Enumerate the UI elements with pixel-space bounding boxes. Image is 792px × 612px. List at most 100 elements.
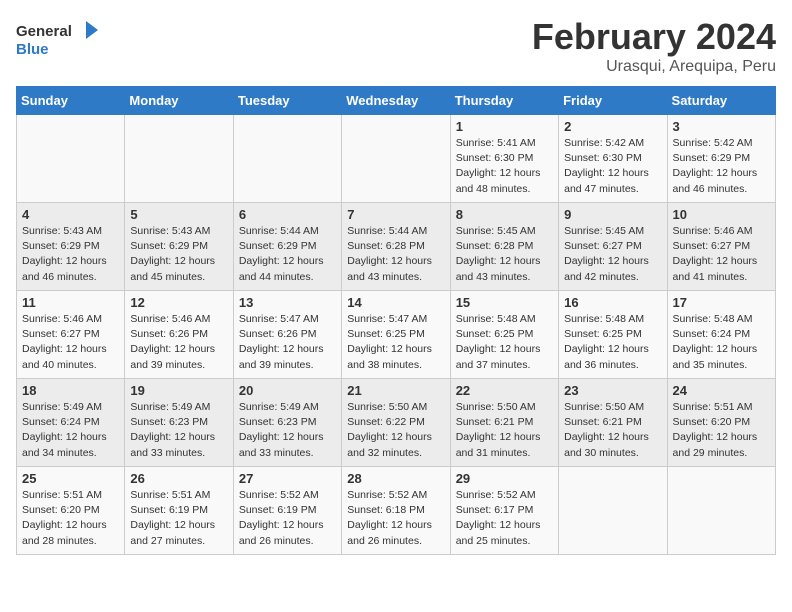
day-info: Sunrise: 5:52 AM Sunset: 6:18 PM Dayligh… xyxy=(347,488,444,549)
day-info: Sunrise: 5:49 AM Sunset: 6:24 PM Dayligh… xyxy=(22,400,119,461)
calendar-week-row: 25Sunrise: 5:51 AM Sunset: 6:20 PM Dayli… xyxy=(17,467,776,555)
svg-text:Blue: Blue xyxy=(16,41,49,58)
day-number: 1 xyxy=(456,119,553,134)
calendar-cell: 10Sunrise: 5:46 AM Sunset: 6:27 PM Dayli… xyxy=(667,203,775,291)
day-number: 9 xyxy=(564,207,661,222)
day-number: 23 xyxy=(564,383,661,398)
calendar-week-row: 11Sunrise: 5:46 AM Sunset: 6:27 PM Dayli… xyxy=(17,291,776,379)
page-title: February 2024 xyxy=(532,16,776,58)
page-header: General Blue February 2024 Urasqui, Areq… xyxy=(16,16,776,76)
day-info: Sunrise: 5:47 AM Sunset: 6:26 PM Dayligh… xyxy=(239,312,336,373)
calendar-cell: 20Sunrise: 5:49 AM Sunset: 6:23 PM Dayli… xyxy=(233,379,341,467)
day-info: Sunrise: 5:42 AM Sunset: 6:29 PM Dayligh… xyxy=(673,136,770,197)
calendar-cell xyxy=(559,467,667,555)
calendar-cell: 3 Sunrise: 5:42 AM Sunset: 6:29 PM Daylig… xyxy=(667,115,775,203)
calendar-cell: 16 Sunrise: 5:48 AM Sunset: 6:25 PM Dayli… xyxy=(559,291,667,379)
calendar-week-row: 18Sunrise: 5:49 AM Sunset: 6:24 PM Dayli… xyxy=(17,379,776,467)
calendar-cell: 11Sunrise: 5:46 AM Sunset: 6:27 PM Dayli… xyxy=(17,291,125,379)
day-number: 28 xyxy=(347,471,444,486)
day-number: 22 xyxy=(456,383,553,398)
calendar-cell xyxy=(125,115,233,203)
day-number: 20 xyxy=(239,383,336,398)
calendar-cell: 23 Sunrise: 5:50 AM Sunset: 6:21 PM Dayli… xyxy=(559,379,667,467)
day-number: 14 xyxy=(347,295,444,310)
day-info: Sunrise: 5:46 AM Sunset: 6:27 PM Dayligh… xyxy=(22,312,119,373)
calendar-week-row: 4Sunrise: 5:43 AM Sunset: 6:29 PM Daylig… xyxy=(17,203,776,291)
calendar-cell: 6Sunrise: 5:44 AM Sunset: 6:29 PM Daylig… xyxy=(233,203,341,291)
day-number: 7 xyxy=(347,207,444,222)
day-number: 29 xyxy=(456,471,553,486)
day-number: 16 xyxy=(564,295,661,310)
day-info: Sunrise: 5:51 AM Sunset: 6:20 PM Dayligh… xyxy=(673,400,770,461)
day-number: 3 xyxy=(673,119,770,134)
day-number: 17 xyxy=(673,295,770,310)
calendar-cell: 9 Sunrise: 5:45 AM Sunset: 6:27 PM Daylig… xyxy=(559,203,667,291)
day-info: Sunrise: 5:45 AM Sunset: 6:28 PM Dayligh… xyxy=(456,224,553,285)
day-info: Sunrise: 5:52 AM Sunset: 6:19 PM Dayligh… xyxy=(239,488,336,549)
title-block: February 2024 Urasqui, Arequipa, Peru xyxy=(532,16,776,76)
calendar-cell xyxy=(667,467,775,555)
calendar-table: SundayMondayTuesdayWednesdayThursdayFrid… xyxy=(16,86,776,555)
day-number: 12 xyxy=(130,295,227,310)
calendar-cell xyxy=(17,115,125,203)
day-info: Sunrise: 5:45 AM Sunset: 6:27 PM Dayligh… xyxy=(564,224,661,285)
location-subtitle: Urasqui, Arequipa, Peru xyxy=(532,58,776,76)
calendar-cell: 24 Sunrise: 5:51 AM Sunset: 6:20 PM Dayli… xyxy=(667,379,775,467)
day-info: Sunrise: 5:50 AM Sunset: 6:21 PM Dayligh… xyxy=(564,400,661,461)
logo-svg: General Blue xyxy=(16,16,106,66)
day-info: Sunrise: 5:47 AM Sunset: 6:25 PM Dayligh… xyxy=(347,312,444,373)
weekday-header-thursday: Thursday xyxy=(450,87,558,115)
svg-text:General: General xyxy=(16,23,72,40)
day-number: 13 xyxy=(239,295,336,310)
calendar-cell: 5Sunrise: 5:43 AM Sunset: 6:29 PM Daylig… xyxy=(125,203,233,291)
calendar-cell: 19Sunrise: 5:49 AM Sunset: 6:23 PM Dayli… xyxy=(125,379,233,467)
weekday-header-row: SundayMondayTuesdayWednesdayThursdayFrid… xyxy=(17,87,776,115)
calendar-cell: 7 Sunrise: 5:44 AM Sunset: 6:28 PM Daylig… xyxy=(342,203,450,291)
calendar-cell: 21 Sunrise: 5:50 AM Sunset: 6:22 PM Dayli… xyxy=(342,379,450,467)
day-info: Sunrise: 5:42 AM Sunset: 6:30 PM Dayligh… xyxy=(564,136,661,197)
day-info: Sunrise: 5:44 AM Sunset: 6:28 PM Dayligh… xyxy=(347,224,444,285)
day-info: Sunrise: 5:50 AM Sunset: 6:22 PM Dayligh… xyxy=(347,400,444,461)
day-info: Sunrise: 5:51 AM Sunset: 6:19 PM Dayligh… xyxy=(130,488,227,549)
calendar-cell: 13 Sunrise: 5:47 AM Sunset: 6:26 PM Dayli… xyxy=(233,291,341,379)
day-number: 10 xyxy=(673,207,770,222)
calendar-cell: 29 Sunrise: 5:52 AM Sunset: 6:17 PM Dayli… xyxy=(450,467,558,555)
calendar-cell: 2 Sunrise: 5:42 AM Sunset: 6:30 PM Daylig… xyxy=(559,115,667,203)
calendar-cell: 25Sunrise: 5:51 AM Sunset: 6:20 PM Dayli… xyxy=(17,467,125,555)
day-number: 15 xyxy=(456,295,553,310)
day-number: 6 xyxy=(239,207,336,222)
weekday-header-saturday: Saturday xyxy=(667,87,775,115)
calendar-cell: 14 Sunrise: 5:47 AM Sunset: 6:25 PM Dayli… xyxy=(342,291,450,379)
weekday-header-friday: Friday xyxy=(559,87,667,115)
calendar-cell: 1Sunrise: 5:41 AM Sunset: 6:30 PM Daylig… xyxy=(450,115,558,203)
day-info: Sunrise: 5:48 AM Sunset: 6:25 PM Dayligh… xyxy=(564,312,661,373)
day-info: Sunrise: 5:51 AM Sunset: 6:20 PM Dayligh… xyxy=(22,488,119,549)
calendar-cell: 15 Sunrise: 5:48 AM Sunset: 6:25 PM Dayli… xyxy=(450,291,558,379)
day-info: Sunrise: 5:48 AM Sunset: 6:24 PM Dayligh… xyxy=(673,312,770,373)
calendar-cell: 12Sunrise: 5:46 AM Sunset: 6:26 PM Dayli… xyxy=(125,291,233,379)
day-info: Sunrise: 5:52 AM Sunset: 6:17 PM Dayligh… xyxy=(456,488,553,549)
calendar-cell: 8 Sunrise: 5:45 AM Sunset: 6:28 PM Daylig… xyxy=(450,203,558,291)
day-number: 27 xyxy=(239,471,336,486)
day-info: Sunrise: 5:43 AM Sunset: 6:29 PM Dayligh… xyxy=(130,224,227,285)
day-info: Sunrise: 5:49 AM Sunset: 6:23 PM Dayligh… xyxy=(130,400,227,461)
calendar-cell: 4Sunrise: 5:43 AM Sunset: 6:29 PM Daylig… xyxy=(17,203,125,291)
calendar-cell: 27 Sunrise: 5:52 AM Sunset: 6:19 PM Dayli… xyxy=(233,467,341,555)
weekday-header-wednesday: Wednesday xyxy=(342,87,450,115)
day-info: Sunrise: 5:43 AM Sunset: 6:29 PM Dayligh… xyxy=(22,224,119,285)
calendar-cell: 28 Sunrise: 5:52 AM Sunset: 6:18 PM Dayli… xyxy=(342,467,450,555)
calendar-cell: 18Sunrise: 5:49 AM Sunset: 6:24 PM Dayli… xyxy=(17,379,125,467)
calendar-cell xyxy=(233,115,341,203)
calendar-week-row: 1Sunrise: 5:41 AM Sunset: 6:30 PM Daylig… xyxy=(17,115,776,203)
day-number: 8 xyxy=(456,207,553,222)
day-number: 24 xyxy=(673,383,770,398)
calendar-cell: 17 Sunrise: 5:48 AM Sunset: 6:24 PM Dayli… xyxy=(667,291,775,379)
day-info: Sunrise: 5:48 AM Sunset: 6:25 PM Dayligh… xyxy=(456,312,553,373)
day-number: 2 xyxy=(564,119,661,134)
calendar-cell: 26Sunrise: 5:51 AM Sunset: 6:19 PM Dayli… xyxy=(125,467,233,555)
weekday-header-tuesday: Tuesday xyxy=(233,87,341,115)
weekday-header-monday: Monday xyxy=(125,87,233,115)
day-number: 21 xyxy=(347,383,444,398)
weekday-header-sunday: Sunday xyxy=(17,87,125,115)
calendar-cell: 22Sunrise: 5:50 AM Sunset: 6:21 PM Dayli… xyxy=(450,379,558,467)
